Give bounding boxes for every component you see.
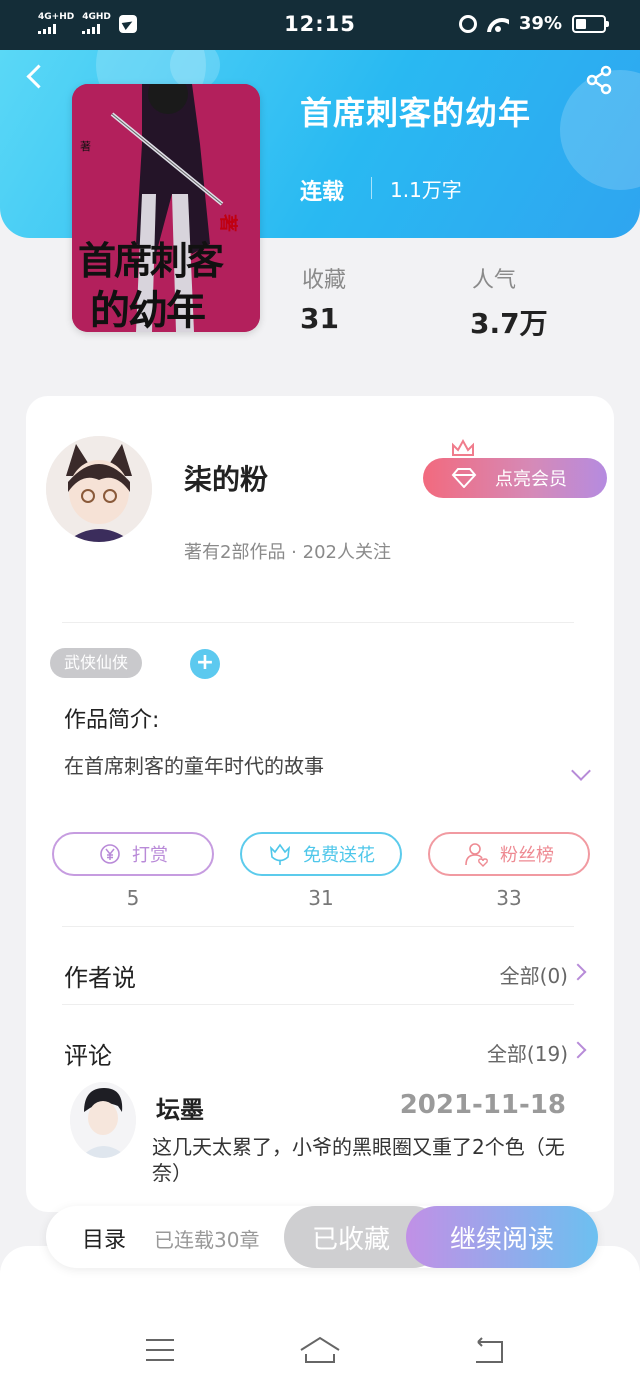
divider — [62, 622, 574, 623]
share-icon — [586, 65, 612, 95]
diamond-icon — [451, 468, 477, 488]
intro-title: 作品简介: — [64, 708, 160, 733]
book-status: 连载 — [300, 180, 345, 205]
crown-icon — [452, 438, 474, 456]
fan-ranking-button[interactable]: 粉丝榜 — [428, 832, 590, 876]
genre-tag[interactable]: 武侠仙侠 — [50, 648, 143, 678]
author-says-title: 作者说 — [64, 964, 136, 992]
table-of-contents-button[interactable]: 目录 — [82, 1222, 126, 1254]
home-icon[interactable] — [298, 1330, 342, 1370]
cover-author-mark: 著 — [80, 140, 91, 153]
flower-icon — [269, 843, 291, 865]
continue-reading-button[interactable]: 继续阅读 — [406, 1206, 598, 1268]
favorited-label: 已收藏 — [311, 1224, 390, 1255]
commenter-name: 坛墨 — [156, 1096, 204, 1124]
book-detail-card: 柒的粉 点亮会员 著有2部作品 · 202人关注 武侠仙侠 + 作品简介: 在首… — [26, 396, 614, 1212]
book-title: 首席刺客的幼年 — [300, 94, 532, 132]
activate-vip-button[interactable]: 点亮会员 — [423, 458, 607, 498]
add-tag-button[interactable]: + — [190, 649, 220, 679]
comments-title: 评论 — [64, 1042, 112, 1070]
intro-text: 在首席刺客的童年时代的故事 — [64, 754, 324, 778]
wifi-icon — [487, 16, 509, 32]
stat-value-popularity: 3.7万 — [470, 307, 548, 340]
author-avatar[interactable] — [46, 436, 152, 542]
expand-chevron-icon[interactable] — [571, 761, 591, 781]
commenter-avatar[interactable] — [70, 1082, 136, 1158]
word-count: 1.1万字 — [390, 178, 462, 202]
continue-reading-label: 继续阅读 — [449, 1224, 554, 1255]
reading-action-bar: 目录 已连载30章 已收藏 继续阅读 — [46, 1206, 598, 1268]
reward-count: 5 — [126, 886, 140, 910]
fan-user-icon — [465, 843, 488, 867]
vip-button-label: 点亮会员 — [495, 469, 567, 490]
divider — [62, 926, 574, 927]
reward-label: 打赏 — [132, 845, 168, 866]
battery-percent: 39% — [518, 13, 562, 34]
stat-label-favorites: 收藏 — [302, 268, 347, 293]
comments-all-link[interactable]: 全部(19) — [487, 1038, 568, 1067]
fan-ranking-label: 粉丝榜 — [500, 845, 554, 866]
book-cover[interactable]: 著 著 首席刺客 的幼年 — [72, 84, 260, 332]
divider — [371, 177, 372, 199]
alarm-icon — [458, 14, 477, 33]
comment-text: 这几天太累了，小爷的黑眼圈又重了2个色（无奈） — [152, 1135, 565, 1185]
back-button[interactable] — [22, 62, 52, 92]
back-nav-icon[interactable] — [468, 1330, 508, 1370]
cover-title-line1: 首席刺客 — [78, 238, 224, 283]
author-says-all-link[interactable]: 全部(0) — [500, 960, 568, 989]
author-meta: 著有2部作品 · 202人关注 — [184, 542, 391, 563]
commenter-avatar-illustration — [70, 1082, 136, 1158]
author-name[interactable]: 柒的粉 — [184, 458, 268, 498]
menu-icon[interactable] — [140, 1330, 180, 1370]
status-bar: 4G+HD 4GHD 12:15 39% — [0, 0, 640, 50]
send-flower-label: 免费送花 — [303, 845, 375, 866]
chevron-right-icon[interactable] — [569, 963, 587, 981]
battery-icon — [572, 14, 609, 33]
divider — [62, 1004, 574, 1005]
stat-value-favorites: 31 — [300, 302, 339, 335]
chevron-right-icon[interactable] — [569, 1041, 587, 1059]
comment-date: 2021-11-18 — [399, 1090, 566, 1120]
yen-icon — [100, 844, 120, 864]
flower-count: 31 — [308, 886, 334, 910]
share-button[interactable] — [584, 64, 616, 96]
status-right: 39% — [458, 13, 609, 34]
send-flower-button[interactable]: 免费送花 — [240, 832, 402, 876]
fan-count: 33 — [496, 886, 522, 910]
avatar-illustration — [46, 436, 152, 542]
chapter-count: 已连载30章 — [154, 1228, 260, 1252]
cover-title-line2: 的幼年 — [90, 287, 206, 332]
stat-label-popularity: 人气 — [472, 268, 517, 293]
reward-button[interactable]: 打赏 — [52, 832, 214, 876]
